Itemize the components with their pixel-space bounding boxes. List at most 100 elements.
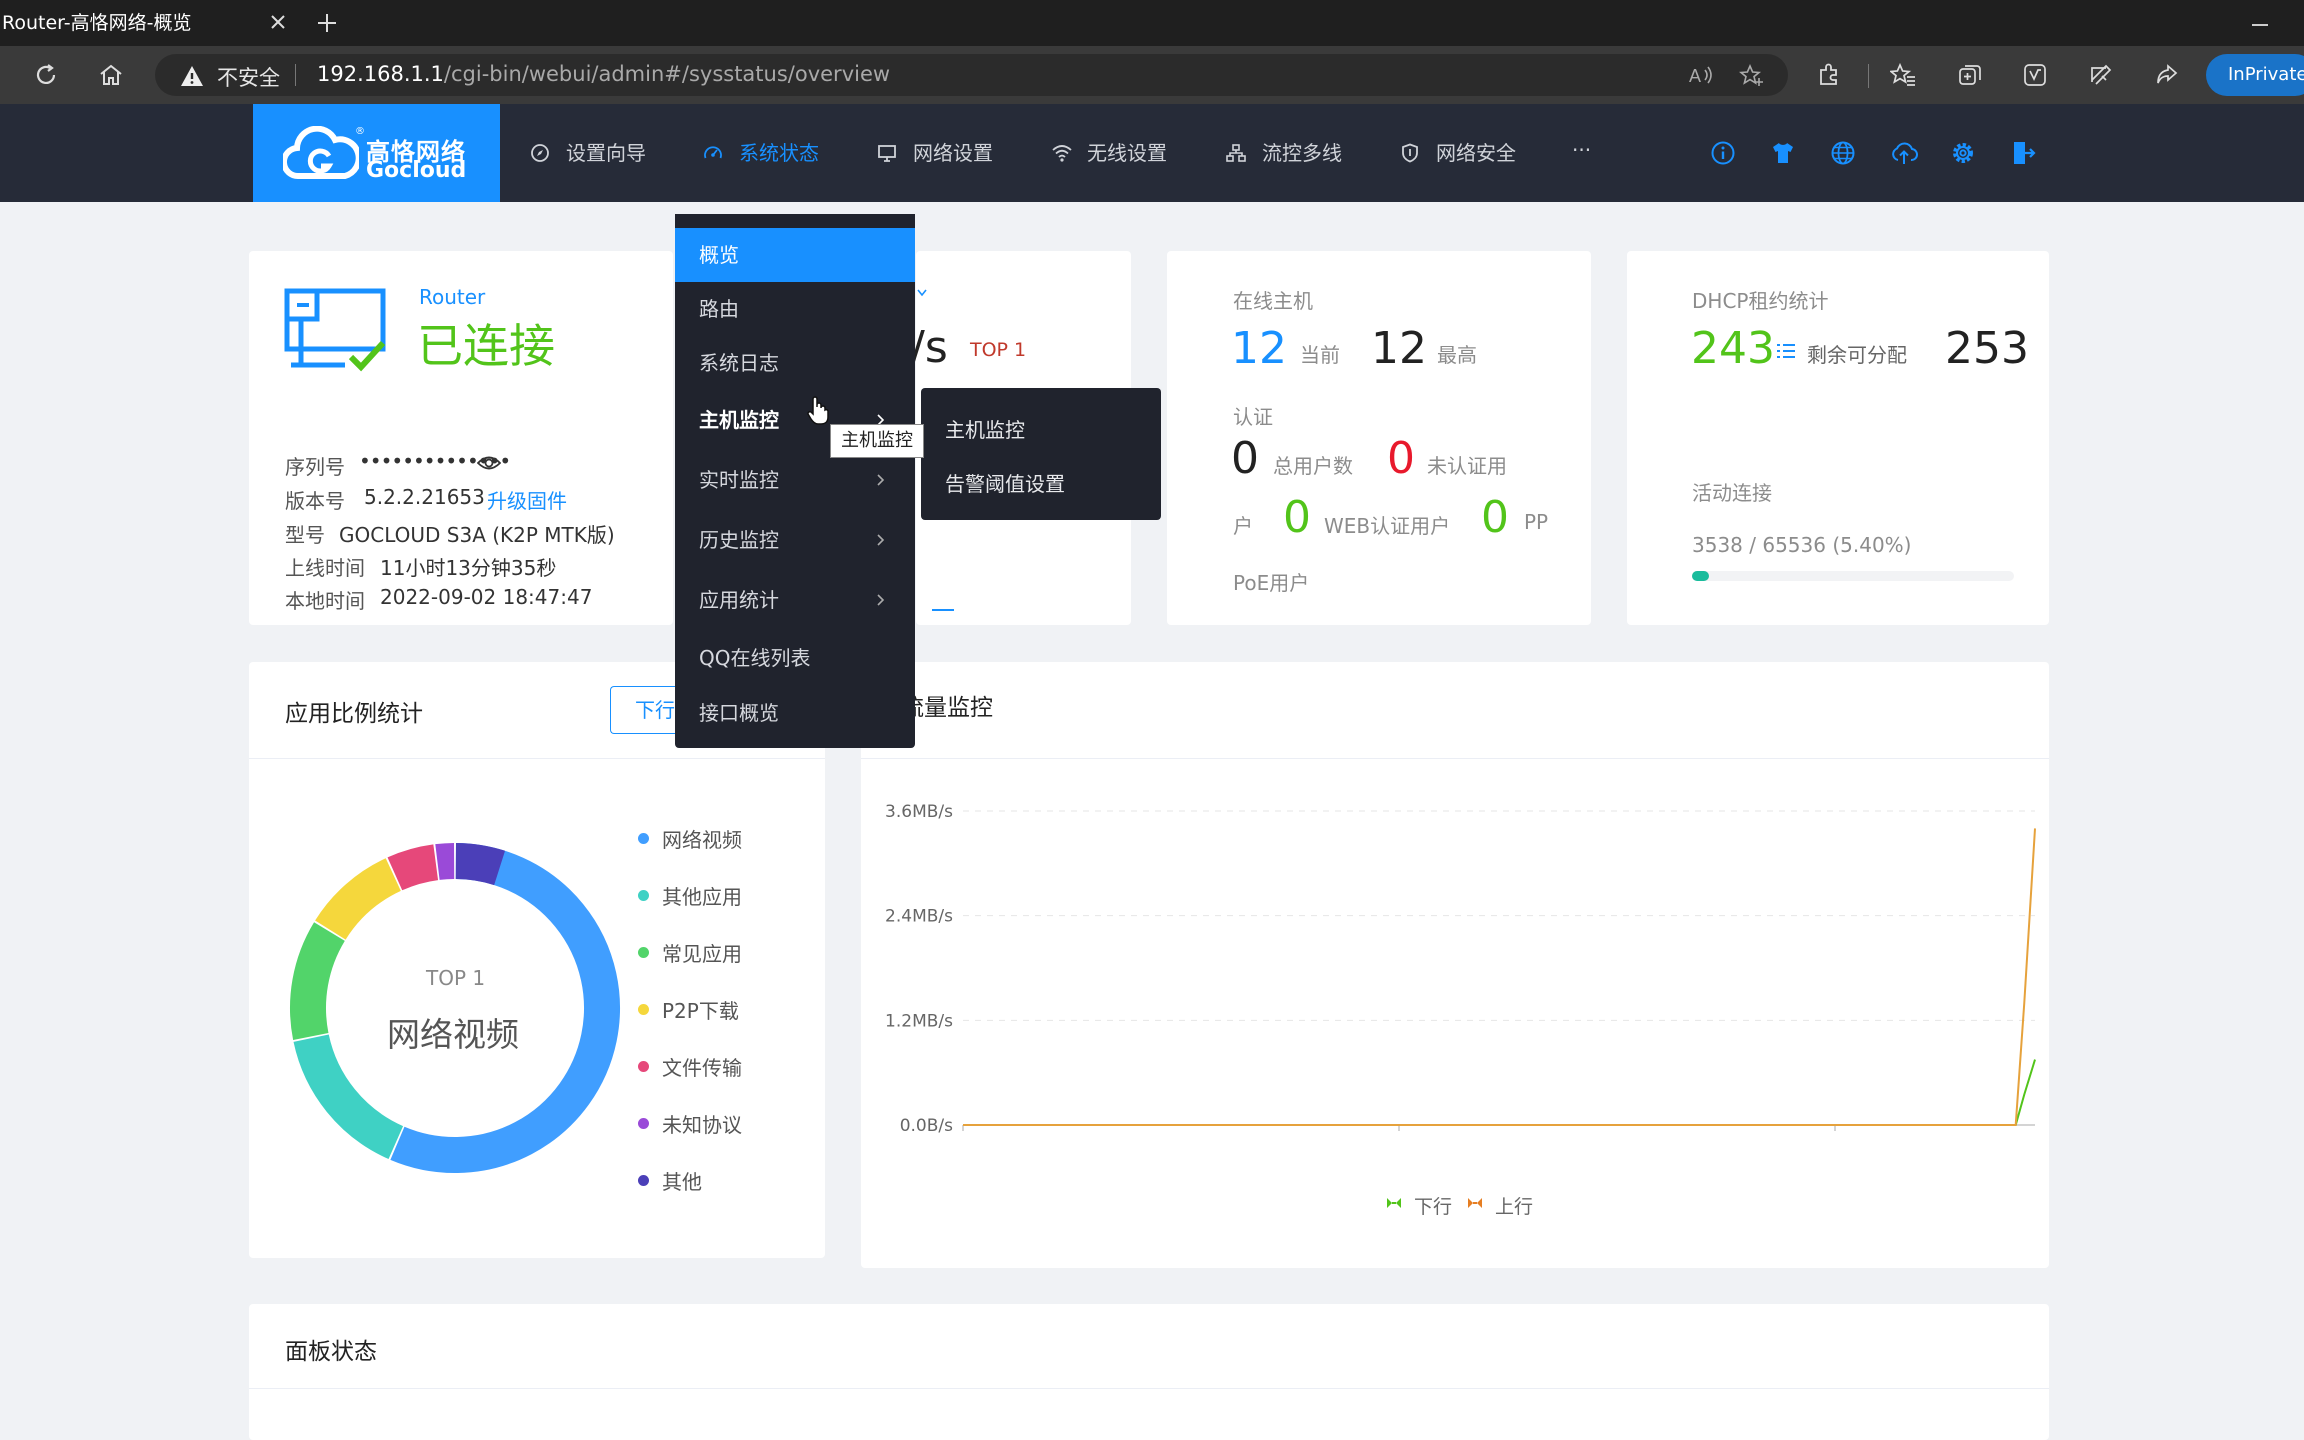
uplink-legend-label: 上行 xyxy=(1495,1196,1534,1218)
cloud-upload-icon[interactable] xyxy=(1890,140,1918,166)
submenu-item-alert-threshold[interactable]: 告警阈值设置 xyxy=(945,468,1065,497)
close-tab-icon[interactable] xyxy=(270,14,286,30)
gear-icon[interactable] xyxy=(1950,140,1976,166)
active-conn-progress-fill xyxy=(1692,571,1710,581)
favorite-add-icon[interactable] xyxy=(1739,64,1765,88)
url-field[interactable]: 不安全 192.168.1.1/cgi-bin/webui/admin#/sys… xyxy=(155,54,1788,96)
auth-title: 认证 xyxy=(1233,405,1273,429)
system-status-dropdown: 概览 路由 系统日志 主机监控 实时监控 历史监控 应用统计 QQ在线列表 接口… xyxy=(675,214,915,748)
read-aloud-icon[interactable]: A xyxy=(1689,64,1715,86)
nav-label: 流控多线 xyxy=(1262,141,1342,165)
browser-tab-bar: Router-高恪网络-概览 xyxy=(0,0,2304,46)
nav-label: 系统状态 xyxy=(739,141,819,165)
router-connected-icon xyxy=(283,285,389,373)
local-time-label: 本地时间 xyxy=(285,589,365,613)
gocloud-logo[interactable]: ® 高恪网络 Gocloud xyxy=(253,104,500,202)
globe-icon[interactable] xyxy=(1830,140,1856,166)
favorites-icon[interactable] xyxy=(1890,62,1916,88)
home-icon[interactable] xyxy=(98,62,124,88)
math-solver-icon[interactable] xyxy=(2022,62,2048,88)
new-tab-icon[interactable] xyxy=(316,12,338,34)
refresh-icon[interactable] xyxy=(33,62,59,88)
dropdown-item-app-stats[interactable]: 应用统计 xyxy=(675,570,915,630)
version-label: 版本号 xyxy=(285,489,345,513)
legend-label: 其他应用 xyxy=(662,885,742,909)
nav-label: 设置向导 xyxy=(566,141,646,165)
active-conn-progress xyxy=(1692,571,2014,581)
url-divider xyxy=(295,64,296,86)
downlink-legend-icon[interactable] xyxy=(1386,1196,1402,1210)
uplink-legend-icon[interactable] xyxy=(1467,1196,1483,1210)
theme-shirt-icon[interactable] xyxy=(1770,140,1796,166)
local-time-value: 2022-09-02 18:47:47 xyxy=(380,585,593,609)
donut-slice[interactable] xyxy=(435,843,455,880)
traffic-speed: /s xyxy=(910,322,948,373)
browser-tab[interactable]: Router-高恪网络-概览 xyxy=(0,0,300,46)
connection-status: 已连接 xyxy=(417,319,555,373)
dropdown-item-label: 历史监控 xyxy=(699,528,779,552)
nav-more-button[interactable]: ··· xyxy=(1572,104,1591,202)
share-icon[interactable] xyxy=(2154,62,2180,88)
app-card-divider xyxy=(249,758,825,759)
collections-icon[interactable] xyxy=(1957,62,1983,88)
insecure-label: 不安全 xyxy=(217,66,280,90)
nav-label: 网络安全 xyxy=(1436,141,1516,165)
network-icon xyxy=(1226,143,1246,163)
flow-line-chart: 0.0B/s1.2MB/s2.4MB/s3.6MB/s18:42:5218:44… xyxy=(885,802,2036,1135)
dropdown-item-system-log[interactable]: 系统日志 xyxy=(675,336,915,390)
model-label: 型号 xyxy=(285,523,325,547)
dropdown-item-label: 路由 xyxy=(699,297,739,321)
dropdown-item-route[interactable]: 路由 xyxy=(675,282,915,336)
dropdown-item-realtime-monitor[interactable]: 实时监控 xyxy=(675,450,915,510)
legend-label: 文件传输 xyxy=(662,1056,742,1080)
traffic-top-label: TOP 1 xyxy=(970,339,1027,361)
legend-dot xyxy=(638,1118,649,1129)
y-tick-label: 3.6MB/s xyxy=(885,802,953,822)
inprivate-button[interactable]: InPrivate xyxy=(2206,54,2304,96)
legend-dot xyxy=(638,833,649,844)
model-value: GOCLOUD S3A (K2P MTK版) xyxy=(339,523,615,547)
info-icon[interactable] xyxy=(1710,140,1736,166)
url-path: /cgi-bin/webui/admin#/sysstatus/overview xyxy=(443,62,891,86)
nav-label: 网络设置 xyxy=(913,141,993,165)
y-tick-label: 1.2MB/s xyxy=(885,1011,953,1031)
browser-essentials-icon[interactable] xyxy=(2088,62,2114,88)
address-bar: 不安全 192.168.1.1/cgi-bin/webui/admin#/sys… xyxy=(0,46,2304,104)
series-line xyxy=(963,828,2036,1126)
donut-slice[interactable] xyxy=(293,1034,404,1160)
serial-label: 序列号 xyxy=(285,455,345,479)
dropdown-item-history-monitor[interactable]: 历史监控 xyxy=(675,510,915,570)
logo-english-name: Gocloud xyxy=(366,158,467,183)
dashboard-icon xyxy=(703,143,723,163)
donut-center-top: TOP 1 xyxy=(426,966,486,990)
dropdown-item-interface-overview[interactable]: 接口概览 xyxy=(675,686,915,740)
extensions-icon[interactable] xyxy=(1816,62,1842,88)
dropdown-top-strip xyxy=(675,214,915,228)
hosts-max-label: 最高 xyxy=(1437,343,1477,367)
flow-card-divider xyxy=(861,758,2049,759)
donut-slice[interactable] xyxy=(315,858,402,941)
upgrade-firmware-link[interactable]: 升级固件 xyxy=(487,485,567,514)
series-line xyxy=(963,1059,2036,1126)
monitor-icon xyxy=(877,143,897,163)
list-icon[interactable] xyxy=(1777,343,1795,359)
warning-icon[interactable] xyxy=(180,65,204,87)
minimize-icon[interactable] xyxy=(2252,24,2268,26)
donut-center-name: 网络视频 xyxy=(387,1015,519,1054)
eye-icon[interactable] xyxy=(477,454,501,472)
unauth-users-value: 0 xyxy=(1387,433,1415,484)
compass-icon xyxy=(530,143,550,163)
dropdown-item-label: 概览 xyxy=(699,243,739,267)
downlink-toggle-button[interactable]: 下行 xyxy=(610,686,680,734)
submenu-item-host-monitor[interactable]: 主机监控 xyxy=(945,414,1025,443)
donut-slice[interactable] xyxy=(455,843,506,886)
donut-slice[interactable] xyxy=(387,844,439,891)
panel-status-card: 面板状态 xyxy=(249,1304,2049,1440)
dhcp-lease-value: 243 xyxy=(1691,323,1775,374)
wifi-icon xyxy=(1051,143,1073,163)
donut-slice[interactable] xyxy=(290,922,346,1040)
logout-icon[interactable] xyxy=(2010,140,2036,166)
dropdown-item-overview[interactable]: 概览 xyxy=(675,228,915,282)
ppp-users-value: 0 xyxy=(1481,492,1509,543)
dropdown-item-qq-online[interactable]: QQ在线列表 xyxy=(675,630,915,686)
